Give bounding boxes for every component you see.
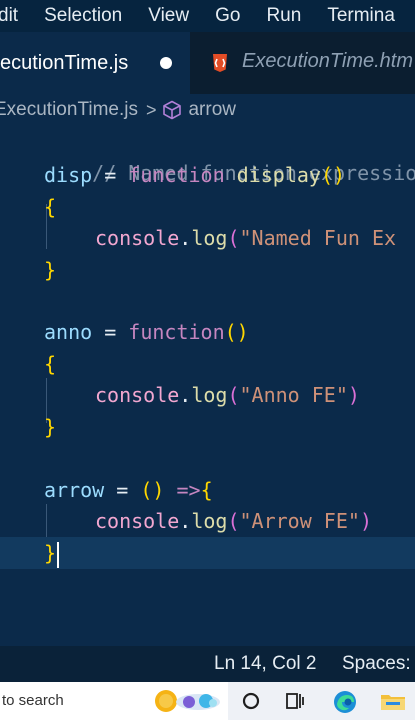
string: "Arrow FE" [239, 509, 360, 533]
tab-label: xecutionTime.js [0, 52, 129, 74]
operator: = [104, 478, 141, 502]
status-indentation[interactable]: Spaces: 4 [342, 653, 415, 675]
status-bar: Ln 14, Col 2 Spaces: 4 [0, 646, 415, 682]
string: "Named Fun Ex [239, 226, 397, 250]
brace: { [200, 478, 213, 502]
unsaved-dot-icon[interactable] [160, 57, 172, 69]
menu-go[interactable]: Go [215, 5, 240, 27]
menu-view[interactable]: View [148, 5, 189, 27]
parens: () [140, 478, 165, 502]
identifier: arrow [44, 478, 105, 502]
brace: } [44, 541, 57, 565]
string: "Anno FE" [239, 383, 348, 407]
keyword: function [128, 320, 225, 344]
dot: . [179, 383, 192, 407]
code-line-9: console.log("Anno FE") [95, 380, 360, 410]
paren: ( [227, 383, 240, 407]
breadcrumb: ExecutionTime.js > arrow [0, 94, 415, 126]
method: log [191, 509, 228, 533]
menu-bar: dit Selection View Go Run Termina [0, 0, 415, 32]
keyword: function [128, 163, 225, 187]
menu-run[interactable]: Run [266, 5, 301, 27]
paren: ) [359, 509, 372, 533]
status-cursor-position[interactable]: Ln 14, Col 2 [214, 653, 316, 675]
indent-guide [46, 504, 47, 537]
paren: ( [227, 226, 240, 250]
task-view-icon[interactable] [285, 691, 305, 711]
tab-executiontime-js[interactable]: xecutionTime.js [0, 32, 190, 94]
brace: } [44, 258, 57, 282]
breadcrumb-separator: > [145, 99, 157, 120]
paren: ) [347, 383, 360, 407]
text-cursor [57, 541, 60, 568]
editor-tab-bar: xecutionTime.js ExecutionTime.htm [0, 32, 415, 94]
code-line-14: } [44, 538, 60, 568]
code-editor[interactable]: // Named function expression disp = func… [0, 126, 415, 646]
code-line-3: { [44, 192, 56, 222]
brace: { [44, 352, 57, 376]
windows-taskbar: to search [0, 682, 415, 720]
code-line-1: // Named function expression [44, 128, 415, 185]
weather-icon[interactable] [153, 688, 223, 714]
operator: = [92, 320, 129, 344]
parens: () [224, 320, 249, 344]
brace: { [44, 195, 57, 219]
file-explorer-icon[interactable] [380, 691, 406, 711]
code-line-7: anno = function() [44, 317, 249, 347]
object: console [95, 226, 180, 250]
menu-edit[interactable]: dit [0, 5, 18, 27]
code-line-5: } [44, 255, 56, 285]
menu-terminal[interactable]: Termina [327, 5, 395, 27]
dot: . [179, 226, 192, 250]
identifier: anno [44, 320, 93, 344]
edge-icon[interactable] [333, 690, 357, 714]
function-name: display [224, 163, 321, 187]
identifier: disp [44, 163, 93, 187]
code-line-2: disp = function display() [44, 160, 345, 190]
menu-selection[interactable]: Selection [44, 5, 122, 27]
code-line-4: console.log("Named Fun Ex [95, 223, 396, 253]
html5-icon [213, 54, 227, 72]
object: console [95, 383, 180, 407]
code-line-10: } [44, 412, 56, 442]
cube-icon [163, 100, 182, 120]
code-line-8: { [44, 349, 56, 379]
paren: ( [227, 509, 240, 533]
method: log [191, 226, 228, 250]
breadcrumb-symbol[interactable]: arrow [188, 99, 236, 121]
tab-label: ExecutionTime.htm [242, 50, 413, 72]
parens: () [320, 163, 346, 187]
method: log [191, 383, 228, 407]
code-line-12: arrow = () =>{ [44, 475, 213, 505]
operator: = [92, 163, 129, 187]
breadcrumb-file[interactable]: ExecutionTime.js [0, 99, 138, 121]
object: console [95, 509, 180, 533]
arrow-operator: => [164, 478, 201, 502]
current-line-highlight [0, 537, 415, 569]
taskbar-search-box[interactable]: to search [0, 682, 228, 720]
code-line-13: console.log("Arrow FE") [95, 506, 372, 536]
dot: . [179, 509, 192, 533]
cortana-icon[interactable] [241, 691, 261, 711]
brace: } [44, 415, 57, 439]
tab-executiontime-html[interactable]: ExecutionTime.htm [190, 32, 415, 94]
search-placeholder: to search [2, 692, 64, 709]
